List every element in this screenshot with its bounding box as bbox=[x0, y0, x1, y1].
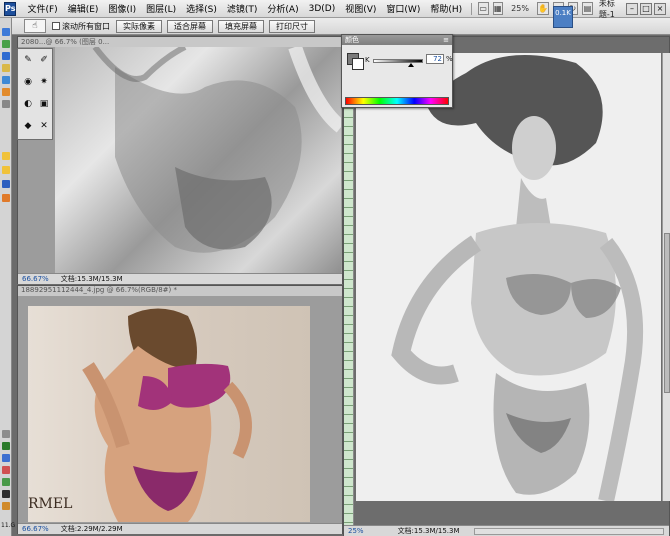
document-title: 未标题-1 bbox=[598, 0, 615, 19]
tool-hand-icon[interactable] bbox=[2, 490, 10, 498]
tool-crop-icon[interactable] bbox=[2, 76, 10, 84]
print-size-button[interactable]: 打印尺寸 bbox=[269, 19, 315, 33]
document-window-sketch-detail[interactable]: 2080...@ 66.7% (图层 0... 66.67% 文档:15.3M/… bbox=[17, 36, 343, 284]
tool-lasso-icon[interactable] bbox=[2, 52, 10, 60]
menu-help[interactable]: 帮助(H) bbox=[425, 2, 467, 15]
document-window-main-sketch[interactable]: 25% 文档:15.3M/15.3M bbox=[343, 36, 670, 536]
tool-marquee-icon[interactable] bbox=[2, 40, 10, 48]
tool-healing-icon[interactable] bbox=[2, 100, 10, 108]
menu-analysis[interactable]: 分析(A) bbox=[262, 2, 303, 15]
menu-view[interactable]: 视图(V) bbox=[340, 2, 381, 15]
k-channel-slider[interactable] bbox=[373, 59, 423, 63]
zoom-field[interactable]: 66.67% bbox=[18, 525, 53, 533]
canvas-sketch-detail[interactable] bbox=[55, 47, 341, 273]
color-panel-title: 颜色 bbox=[345, 36, 359, 44]
menu-image[interactable]: 图像(I) bbox=[103, 2, 141, 15]
layers-stack-icon[interactable]: ◆ bbox=[21, 119, 35, 133]
tool-flyout-panel: ✎ ✐ ◉ ✷ ◐ ▣ ◆ ✕ bbox=[17, 48, 53, 140]
canvas-main-sketch[interactable] bbox=[356, 53, 661, 501]
screen-mode-icon[interactable]: ▭ bbox=[477, 2, 489, 15]
menu-filter[interactable]: 滤镜(T) bbox=[222, 2, 263, 15]
close-icon[interactable]: × bbox=[654, 2, 666, 15]
vertical-scrollbar[interactable] bbox=[662, 53, 670, 501]
document-status-bar: 66.67% 文档:15.3M/15.3M bbox=[18, 273, 342, 284]
tool-brush-icon[interactable] bbox=[2, 152, 10, 160]
vertical-scroll-thumb[interactable] bbox=[664, 233, 670, 393]
gradient-tool-icon[interactable]: ▣ bbox=[37, 97, 51, 111]
menu-window[interactable]: 窗口(W) bbox=[381, 2, 425, 15]
tool-move-icon[interactable] bbox=[2, 28, 10, 36]
hand-tool-icon[interactable]: ✋ bbox=[536, 2, 549, 15]
zoom-field[interactable]: 25% bbox=[344, 527, 368, 535]
window-controls: – □ × bbox=[626, 2, 666, 15]
doc-size-info[interactable]: 文档:15.3M/15.3M bbox=[53, 274, 123, 284]
tool-history-icon[interactable] bbox=[2, 180, 10, 188]
document-status-bar: 66.67% 文档:2.29M/2.29M bbox=[18, 523, 342, 534]
tools-bottom-label: 11.G bbox=[1, 522, 16, 529]
document-window-reference-photo[interactable]: 18892951112444_4.jpg @ 66.7%(RGB/8#) * R… bbox=[17, 285, 343, 534]
tool-path-icon[interactable] bbox=[2, 454, 10, 462]
tool-zoom-icon[interactable] bbox=[2, 502, 10, 510]
zoom-field[interactable]: 66.67% bbox=[18, 275, 53, 283]
main-sketch-drawing bbox=[391, 55, 644, 501]
document-status-bar: 25% 文档:15.3M/15.3M bbox=[344, 525, 669, 536]
menu-edit[interactable]: 编辑(E) bbox=[63, 2, 104, 15]
tool-eyedropper-icon[interactable] bbox=[2, 88, 10, 96]
color-panel-title-bar[interactable]: 颜色 ≡ bbox=[342, 35, 452, 45]
k-value-input[interactable]: 72 bbox=[426, 54, 444, 64]
dodge-tool-icon[interactable]: ◐ bbox=[21, 97, 35, 111]
arrange-documents-icon[interactable]: ▦ bbox=[492, 2, 504, 15]
channel-label: K bbox=[365, 56, 370, 64]
grid-view-icon[interactable]: ▤ bbox=[582, 2, 593, 15]
hand-tool-preset-icon[interactable]: ☝ bbox=[24, 19, 46, 33]
color-panel: 颜色 ≡ K 72 % bbox=[341, 34, 453, 108]
sharpen-tool-icon[interactable]: ✷ bbox=[37, 75, 51, 89]
color-spectrum-ramp[interactable] bbox=[345, 97, 449, 105]
sketch-detail-drawing bbox=[92, 47, 341, 253]
vertical-ruler[interactable] bbox=[344, 37, 354, 525]
smudge-tool-icon[interactable]: ◉ bbox=[21, 75, 35, 89]
reference-photo-image bbox=[82, 308, 252, 522]
menu-layer[interactable]: 图层(L) bbox=[141, 2, 181, 15]
tools-strip: 11.G bbox=[0, 18, 16, 536]
mixer-brush-tool-icon[interactable]: ✐ bbox=[37, 53, 51, 67]
menu-3d[interactable]: 3D(D) bbox=[304, 4, 341, 14]
actual-pixels-button[interactable]: 实际像素 bbox=[116, 19, 162, 33]
tool-wand-icon[interactable] bbox=[2, 64, 10, 72]
minimize-icon[interactable]: – bbox=[626, 2, 638, 15]
scroll-all-windows-checkbox[interactable] bbox=[52, 22, 60, 30]
canvas-reference-photo[interactable]: RMEL bbox=[28, 306, 310, 522]
brush-tool-icon[interactable]: ✎ bbox=[21, 53, 35, 67]
document-tab-title[interactable]: 18892951112444_4.jpg @ 66.7%(RGB/8#) * bbox=[18, 286, 342, 296]
horizontal-scrollbar[interactable] bbox=[474, 528, 664, 535]
document-tab-title[interactable]: 2080...@ 66.7% (图层 0... bbox=[18, 37, 342, 47]
background-color-swatch[interactable] bbox=[352, 58, 364, 70]
tool-3d-icon[interactable] bbox=[2, 478, 10, 486]
maximize-icon[interactable]: □ bbox=[640, 2, 652, 15]
tool-shape-icon[interactable] bbox=[2, 466, 10, 474]
zoom-level-readout[interactable]: 25% bbox=[505, 4, 535, 13]
tool-stamp-icon[interactable] bbox=[2, 166, 10, 174]
panel-menu-icon[interactable]: ≡ bbox=[443, 36, 449, 44]
menu-separator bbox=[471, 2, 472, 15]
tool-type-icon[interactable] bbox=[2, 442, 10, 450]
doc-size-info[interactable]: 文档:2.29M/2.29M bbox=[53, 524, 123, 534]
photoshop-logo-icon[interactable]: Ps bbox=[4, 1, 17, 16]
menu-select[interactable]: 选择(S) bbox=[181, 2, 222, 15]
fit-screen-button[interactable]: 适合屏幕 bbox=[167, 19, 213, 33]
menu-file[interactable]: 文件(F) bbox=[22, 2, 62, 15]
doc-size-info[interactable]: 文档:15.3M/15.3M bbox=[368, 526, 460, 536]
tool-eraser-icon[interactable] bbox=[2, 194, 10, 202]
scroll-all-windows-label: 滚动所有窗口 bbox=[62, 21, 110, 31]
fill-screen-button[interactable]: 填充屏幕 bbox=[218, 19, 264, 33]
photo-watermark-text: RMEL bbox=[28, 496, 73, 512]
tools-settings-icon[interactable]: ✕ bbox=[37, 119, 51, 133]
tool-pen-icon[interactable] bbox=[2, 430, 10, 438]
k-slider-handle[interactable] bbox=[408, 63, 414, 67]
tiny-overlay: 0.1K bbox=[553, 6, 573, 28]
percent-unit: % bbox=[446, 55, 453, 63]
